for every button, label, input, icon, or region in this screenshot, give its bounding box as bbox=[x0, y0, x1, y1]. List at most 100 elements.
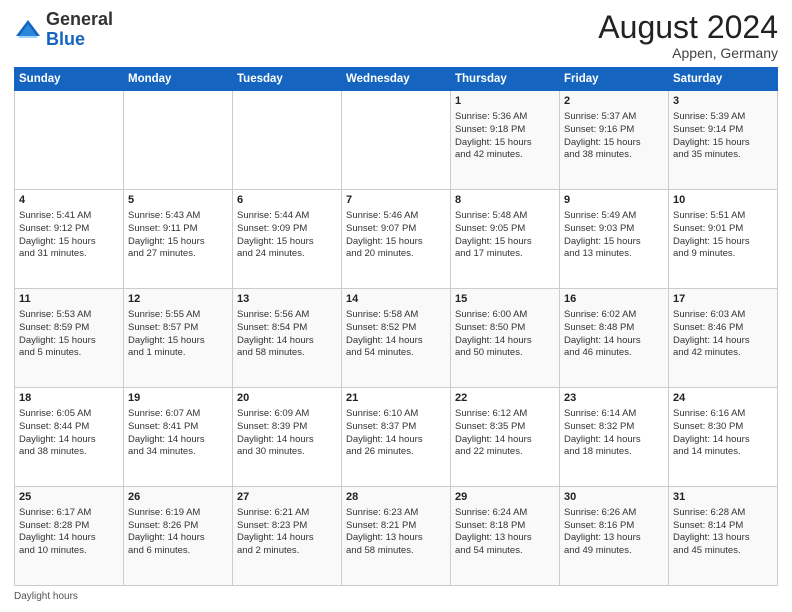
day-info: Sunrise: 6:09 AM bbox=[237, 408, 337, 421]
calendar-cell: 23Sunrise: 6:14 AMSunset: 8:32 PMDayligh… bbox=[560, 388, 669, 487]
day-info: Sunset: 8:23 PM bbox=[237, 520, 337, 533]
day-info: Sunrise: 5:43 AM bbox=[128, 210, 228, 223]
day-info: and 46 minutes. bbox=[564, 347, 664, 360]
calendar-header-wednesday: Wednesday bbox=[342, 68, 451, 91]
day-info: and 54 minutes. bbox=[346, 347, 446, 360]
calendar-cell: 14Sunrise: 5:58 AMSunset: 8:52 PMDayligh… bbox=[342, 289, 451, 388]
day-info: Sunrise: 6:19 AM bbox=[128, 507, 228, 520]
calendar-cell: 26Sunrise: 6:19 AMSunset: 8:26 PMDayligh… bbox=[124, 487, 233, 586]
day-info: Sunset: 9:05 PM bbox=[455, 223, 555, 236]
day-info: Sunset: 8:52 PM bbox=[346, 322, 446, 335]
day-info: Daylight: 15 hours bbox=[19, 335, 119, 348]
calendar-week-5: 25Sunrise: 6:17 AMSunset: 8:28 PMDayligh… bbox=[15, 487, 778, 586]
calendar-cell: 5Sunrise: 5:43 AMSunset: 9:11 PMDaylight… bbox=[124, 190, 233, 289]
calendar-cell bbox=[15, 91, 124, 190]
day-info: Sunrise: 6:17 AM bbox=[19, 507, 119, 520]
title-block: August 2024 Appen, Germany bbox=[598, 10, 778, 61]
calendar-week-3: 11Sunrise: 5:53 AMSunset: 8:59 PMDayligh… bbox=[15, 289, 778, 388]
day-info: and 22 minutes. bbox=[455, 446, 555, 459]
day-info: Daylight: 14 hours bbox=[128, 532, 228, 545]
calendar-cell: 10Sunrise: 5:51 AMSunset: 9:01 PMDayligh… bbox=[669, 190, 778, 289]
day-info: Sunset: 8:50 PM bbox=[455, 322, 555, 335]
day-info: Sunrise: 6:00 AM bbox=[455, 309, 555, 322]
day-number: 19 bbox=[128, 391, 228, 406]
day-info: Daylight: 15 hours bbox=[346, 236, 446, 249]
month-year: August 2024 bbox=[598, 10, 778, 45]
calendar-header-row: SundayMondayTuesdayWednesdayThursdayFrid… bbox=[15, 68, 778, 91]
calendar-cell: 8Sunrise: 5:48 AMSunset: 9:05 PMDaylight… bbox=[451, 190, 560, 289]
day-info: and 58 minutes. bbox=[346, 545, 446, 558]
day-info: Daylight: 15 hours bbox=[128, 236, 228, 249]
header: General Blue August 2024 Appen, Germany bbox=[14, 10, 778, 61]
day-number: 25 bbox=[19, 490, 119, 505]
calendar-header-saturday: Saturday bbox=[669, 68, 778, 91]
day-number: 16 bbox=[564, 292, 664, 307]
day-number: 14 bbox=[346, 292, 446, 307]
day-info: Daylight: 14 hours bbox=[237, 532, 337, 545]
day-info: Sunrise: 6:07 AM bbox=[128, 408, 228, 421]
day-info: and 35 minutes. bbox=[673, 149, 773, 162]
day-info: and 9 minutes. bbox=[673, 248, 773, 261]
day-info: Sunrise: 6:21 AM bbox=[237, 507, 337, 520]
calendar-cell: 6Sunrise: 5:44 AMSunset: 9:09 PMDaylight… bbox=[233, 190, 342, 289]
calendar-cell: 29Sunrise: 6:24 AMSunset: 8:18 PMDayligh… bbox=[451, 487, 560, 586]
day-info: Daylight: 13 hours bbox=[455, 532, 555, 545]
day-info: Sunset: 8:57 PM bbox=[128, 322, 228, 335]
day-info: Sunset: 9:12 PM bbox=[19, 223, 119, 236]
day-info: and 6 minutes. bbox=[128, 545, 228, 558]
day-info: Daylight: 13 hours bbox=[346, 532, 446, 545]
day-info: Daylight: 14 hours bbox=[128, 434, 228, 447]
logo-blue-text: Blue bbox=[46, 29, 85, 49]
day-info: Sunrise: 6:23 AM bbox=[346, 507, 446, 520]
calendar-week-4: 18Sunrise: 6:05 AMSunset: 8:44 PMDayligh… bbox=[15, 388, 778, 487]
calendar-header-tuesday: Tuesday bbox=[233, 68, 342, 91]
day-info: Sunrise: 5:44 AM bbox=[237, 210, 337, 223]
day-number: 4 bbox=[19, 193, 119, 208]
calendar-cell: 18Sunrise: 6:05 AMSunset: 8:44 PMDayligh… bbox=[15, 388, 124, 487]
day-info: Sunrise: 5:56 AM bbox=[237, 309, 337, 322]
day-info: and 49 minutes. bbox=[564, 545, 664, 558]
day-info: Daylight: 15 hours bbox=[564, 236, 664, 249]
day-info: Sunrise: 5:46 AM bbox=[346, 210, 446, 223]
day-number: 31 bbox=[673, 490, 773, 505]
day-number: 22 bbox=[455, 391, 555, 406]
calendar-cell bbox=[124, 91, 233, 190]
calendar-cell: 22Sunrise: 6:12 AMSunset: 8:35 PMDayligh… bbox=[451, 388, 560, 487]
day-number: 30 bbox=[564, 490, 664, 505]
day-info: Daylight: 14 hours bbox=[455, 335, 555, 348]
day-info: Sunrise: 5:48 AM bbox=[455, 210, 555, 223]
day-info: Daylight: 14 hours bbox=[346, 434, 446, 447]
day-number: 20 bbox=[237, 391, 337, 406]
day-info: Sunset: 8:41 PM bbox=[128, 421, 228, 434]
calendar-cell: 20Sunrise: 6:09 AMSunset: 8:39 PMDayligh… bbox=[233, 388, 342, 487]
day-info: Daylight: 14 hours bbox=[346, 335, 446, 348]
day-info: Daylight: 13 hours bbox=[564, 532, 664, 545]
day-info: Daylight: 14 hours bbox=[19, 434, 119, 447]
day-info: Sunset: 8:59 PM bbox=[19, 322, 119, 335]
day-info: Sunset: 8:16 PM bbox=[564, 520, 664, 533]
page: General Blue August 2024 Appen, Germany … bbox=[0, 0, 792, 612]
day-info: Daylight: 15 hours bbox=[455, 236, 555, 249]
location: Appen, Germany bbox=[598, 45, 778, 61]
calendar-cell: 25Sunrise: 6:17 AMSunset: 8:28 PMDayligh… bbox=[15, 487, 124, 586]
day-info: Sunrise: 6:26 AM bbox=[564, 507, 664, 520]
calendar: SundayMondayTuesdayWednesdayThursdayFrid… bbox=[14, 67, 778, 586]
day-info: Sunrise: 6:10 AM bbox=[346, 408, 446, 421]
day-info: Sunrise: 6:24 AM bbox=[455, 507, 555, 520]
day-number: 15 bbox=[455, 292, 555, 307]
calendar-cell: 16Sunrise: 6:02 AMSunset: 8:48 PMDayligh… bbox=[560, 289, 669, 388]
day-info: Sunset: 8:14 PM bbox=[673, 520, 773, 533]
day-info: Sunset: 8:26 PM bbox=[128, 520, 228, 533]
day-info: Sunset: 8:35 PM bbox=[455, 421, 555, 434]
calendar-cell: 2Sunrise: 5:37 AMSunset: 9:16 PMDaylight… bbox=[560, 91, 669, 190]
calendar-header-monday: Monday bbox=[124, 68, 233, 91]
calendar-cell: 13Sunrise: 5:56 AMSunset: 8:54 PMDayligh… bbox=[233, 289, 342, 388]
day-number: 6 bbox=[237, 193, 337, 208]
day-info: and 1 minute. bbox=[128, 347, 228, 360]
day-info: and 54 minutes. bbox=[455, 545, 555, 558]
day-number: 10 bbox=[673, 193, 773, 208]
day-info: Sunset: 9:16 PM bbox=[564, 124, 664, 137]
logo: General Blue bbox=[14, 10, 113, 50]
day-info: Daylight: 14 hours bbox=[673, 335, 773, 348]
day-info: Sunset: 8:44 PM bbox=[19, 421, 119, 434]
